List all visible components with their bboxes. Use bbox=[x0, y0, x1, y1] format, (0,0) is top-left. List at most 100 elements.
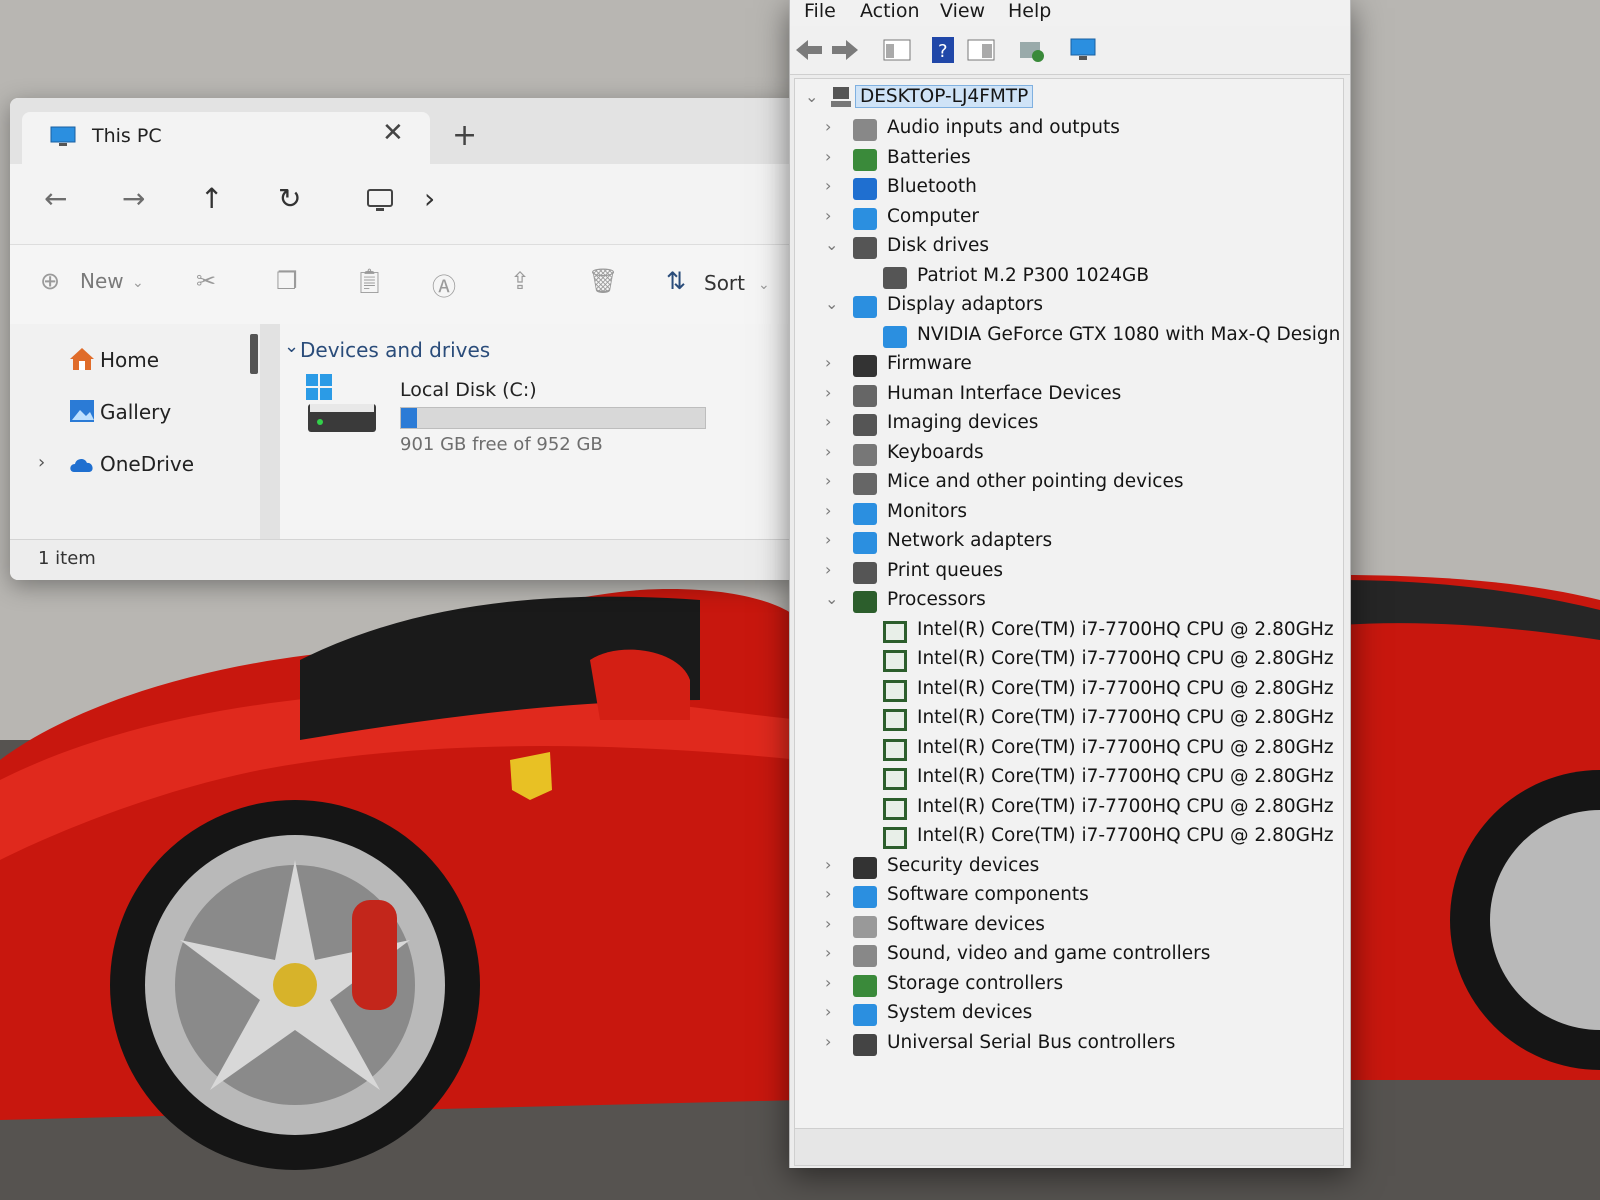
copy-icon[interactable]: ❐ bbox=[276, 267, 298, 295]
device-category[interactable]: › Software devices bbox=[825, 914, 1045, 938]
expand-chevron-icon[interactable]: › bbox=[825, 973, 841, 992]
update-driver-icon[interactable] bbox=[1016, 36, 1046, 64]
close-tab-icon[interactable]: ✕ bbox=[382, 118, 404, 148]
device-item[interactable]: Intel(R) Core(TM) i7-7700HQ CPU @ 2.80GH… bbox=[883, 678, 1334, 702]
device-category[interactable]: › Software components bbox=[825, 884, 1089, 908]
device-category[interactable]: › Network adapters bbox=[825, 530, 1052, 554]
pane-divider[interactable] bbox=[260, 324, 280, 539]
expand-chevron-icon[interactable]: › bbox=[825, 442, 841, 461]
this-pc-icon[interactable] bbox=[366, 188, 394, 214]
horizontal-scrollbar[interactable] bbox=[794, 1128, 1344, 1166]
toolbar: ? bbox=[790, 26, 1350, 75]
tab-this-pc[interactable]: This PC ✕ bbox=[22, 112, 430, 164]
device-category[interactable]: › System devices bbox=[825, 1002, 1033, 1026]
expand-chevron-icon[interactable]: › bbox=[825, 412, 841, 431]
expand-chevron-icon[interactable]: › bbox=[825, 1002, 841, 1021]
expand-chevron-icon[interactable]: › bbox=[825, 1032, 841, 1051]
device-item[interactable]: Intel(R) Core(TM) i7-7700HQ CPU @ 2.80GH… bbox=[883, 766, 1334, 790]
device-category[interactable]: ⌄ Processors bbox=[825, 589, 986, 613]
breadcrumb-chevron-icon[interactable]: › bbox=[424, 182, 435, 215]
device-item[interactable]: NVIDIA GeForce GTX 1080 with Max-Q Desig… bbox=[883, 324, 1340, 348]
collapse-chevron-icon[interactable]: ⌄ bbox=[825, 589, 841, 608]
chevron-down-icon[interactable]: ⌄ bbox=[132, 275, 144, 291]
expand-chevron-icon[interactable]: › bbox=[825, 855, 841, 874]
expand-chevron-icon[interactable]: › bbox=[825, 560, 841, 579]
properties-icon[interactable] bbox=[882, 36, 912, 64]
mouse-icon bbox=[853, 473, 877, 495]
device-category[interactable]: › Print queues bbox=[825, 560, 1003, 584]
device-category[interactable]: ⌄ Disk drives bbox=[825, 235, 989, 259]
expand-chevron-icon[interactable]: › bbox=[38, 452, 45, 473]
expand-chevron-icon[interactable]: › bbox=[825, 353, 841, 372]
device-item[interactable]: Intel(R) Core(TM) i7-7700HQ CPU @ 2.80GH… bbox=[883, 737, 1334, 761]
cut-icon[interactable]: ✂ bbox=[196, 267, 216, 295]
collapse-chevron-icon[interactable]: ⌄ bbox=[805, 87, 818, 106]
device-item[interactable]: Intel(R) Core(TM) i7-7700HQ CPU @ 2.80GH… bbox=[883, 707, 1334, 731]
device-category[interactable]: ⌄ Display adaptors bbox=[825, 294, 1043, 318]
back-arrow-icon[interactable]: ← bbox=[44, 182, 67, 215]
device-category[interactable]: › Mice and other pointing devices bbox=[825, 471, 1183, 495]
device-item[interactable]: Intel(R) Core(TM) i7-7700HQ CPU @ 2.80GH… bbox=[883, 648, 1334, 672]
device-item[interactable]: Intel(R) Core(TM) i7-7700HQ CPU @ 2.80GH… bbox=[883, 619, 1334, 643]
device-category[interactable]: › Firmware bbox=[825, 353, 972, 377]
new-button[interactable]: New bbox=[80, 269, 124, 293]
menu-file[interactable]: File bbox=[804, 0, 836, 22]
collapse-chevron-icon[interactable]: ⌄ bbox=[284, 336, 299, 357]
device-item[interactable]: Intel(R) Core(TM) i7-7700HQ CPU @ 2.80GH… bbox=[883, 796, 1334, 820]
device-category[interactable]: › Bluetooth bbox=[825, 176, 977, 200]
menu-view[interactable]: View bbox=[940, 0, 985, 22]
expand-chevron-icon[interactable]: › bbox=[825, 471, 841, 490]
paste-icon[interactable]: 📋︎ bbox=[354, 267, 384, 295]
expand-chevron-icon[interactable]: › bbox=[825, 530, 841, 549]
sidebar-item-home[interactable]: Home bbox=[100, 348, 159, 372]
device-category[interactable]: › Security devices bbox=[825, 855, 1039, 879]
device-category[interactable]: › Batteries bbox=[825, 147, 971, 171]
device-item[interactable]: Patriot M.2 P300 1024GB bbox=[883, 265, 1149, 289]
scan-hardware-icon[interactable] bbox=[1068, 36, 1098, 64]
refresh-icon[interactable]: ↻ bbox=[278, 182, 301, 215]
expand-chevron-icon[interactable]: › bbox=[825, 147, 841, 166]
expand-chevron-icon[interactable]: › bbox=[825, 383, 841, 402]
new-tab-button[interactable]: + bbox=[452, 118, 477, 153]
device-category[interactable]: › Monitors bbox=[825, 501, 967, 525]
forward-arrow-icon[interactable] bbox=[830, 36, 860, 64]
collapse-chevron-icon[interactable]: ⌄ bbox=[825, 235, 841, 254]
share-icon[interactable]: ⇪ bbox=[510, 267, 530, 295]
device-category[interactable]: › Keyboards bbox=[825, 442, 984, 466]
menu-help[interactable]: Help bbox=[1008, 0, 1051, 22]
device-category[interactable]: › Universal Serial Bus controllers bbox=[825, 1032, 1175, 1056]
back-arrow-icon[interactable] bbox=[794, 36, 824, 64]
expand-chevron-icon[interactable]: › bbox=[825, 884, 841, 903]
chevron-down-icon[interactable]: ⌄ bbox=[758, 277, 770, 293]
up-arrow-icon[interactable]: ↑ bbox=[200, 182, 223, 215]
tree-root-computer-name[interactable]: DESKTOP-LJ4FMTP bbox=[855, 85, 1034, 108]
forward-arrow-icon[interactable]: → bbox=[122, 182, 145, 215]
expand-chevron-icon[interactable]: › bbox=[825, 176, 841, 195]
delete-icon[interactable]: 🗑︎ bbox=[588, 267, 618, 295]
device-category-label: System devices bbox=[887, 1002, 1033, 1023]
help-icon[interactable]: ? bbox=[928, 36, 958, 64]
rename-icon[interactable]: Ⓐ bbox=[432, 267, 456, 302]
device-item[interactable]: Intel(R) Core(TM) i7-7700HQ CPU @ 2.80GH… bbox=[883, 825, 1334, 849]
expand-chevron-icon[interactable]: › bbox=[825, 914, 841, 933]
sidebar-item-onedrive[interactable]: OneDrive bbox=[100, 452, 194, 476]
device-category[interactable]: › Computer bbox=[825, 206, 979, 230]
device-category[interactable]: › Human Interface Devices bbox=[825, 383, 1121, 407]
sort-icon[interactable]: ⇅ bbox=[666, 267, 686, 295]
view-icon[interactable] bbox=[966, 36, 996, 64]
expand-chevron-icon[interactable]: › bbox=[825, 206, 841, 225]
device-category[interactable]: › Sound, video and game controllers bbox=[825, 943, 1210, 967]
device-category[interactable]: › Imaging devices bbox=[825, 412, 1038, 436]
sidebar-item-gallery[interactable]: Gallery bbox=[100, 400, 171, 424]
group-header[interactable]: Devices and drives bbox=[300, 338, 490, 362]
collapse-chevron-icon[interactable]: ⌄ bbox=[825, 294, 841, 313]
device-category[interactable]: › Storage controllers bbox=[825, 973, 1063, 997]
new-plus-icon[interactable]: ⊕ bbox=[40, 267, 60, 295]
device-category[interactable]: › Audio inputs and outputs bbox=[825, 117, 1120, 141]
expand-chevron-icon[interactable]: › bbox=[825, 943, 841, 962]
expand-chevron-icon[interactable]: › bbox=[825, 501, 841, 520]
scrollbar-thumb[interactable] bbox=[250, 334, 258, 374]
expand-chevron-icon[interactable]: › bbox=[825, 117, 841, 136]
menu-action[interactable]: Action bbox=[860, 0, 920, 22]
sort-button[interactable]: Sort bbox=[704, 271, 745, 295]
